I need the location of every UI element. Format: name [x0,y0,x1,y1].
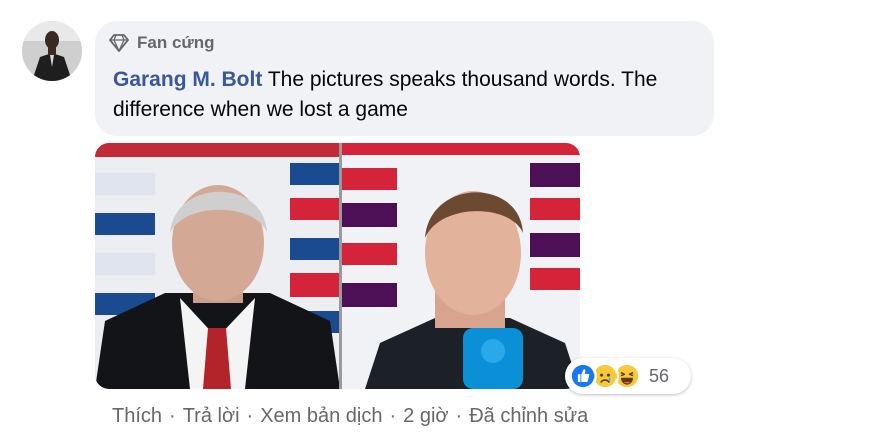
reaction-summary[interactable]: 56 [565,358,691,394]
separator: · [169,405,176,427]
reply-link[interactable]: Trả lời [183,405,240,428]
badge-label: Fan cứng [137,33,215,52]
author-name[interactable]: Garang M. Bolt [113,68,262,91]
avatar-photo [22,21,82,81]
see-translation-link[interactable]: Xem bản dịch [260,405,382,428]
diamond-icon [109,34,129,52]
comment-actions: Thích · Trả lời · Xem bản dịch · 2 giờ ·… [112,405,588,428]
separator: · [455,405,463,427]
reaction-count: 56 [649,365,670,386]
photo-image [95,143,580,389]
timestamp-link[interactable]: 2 giờ [403,405,448,428]
comment-bubble: Fan cứng Garang M. Bolt The pictures spe… [95,21,714,136]
edited-label[interactable]: Đã chỉnh sửa [469,405,588,428]
commenter-avatar[interactable] [22,21,82,81]
comment-photo[interactable] [95,143,580,389]
separator: · [246,405,254,427]
top-fan-badge[interactable]: Fan cứng [109,33,214,53]
like-link[interactable]: Thích [112,405,162,428]
comment-text: Garang M. Bolt The pictures speaks thous… [113,65,703,125]
like-icon [569,362,597,390]
separator: · [389,405,397,427]
